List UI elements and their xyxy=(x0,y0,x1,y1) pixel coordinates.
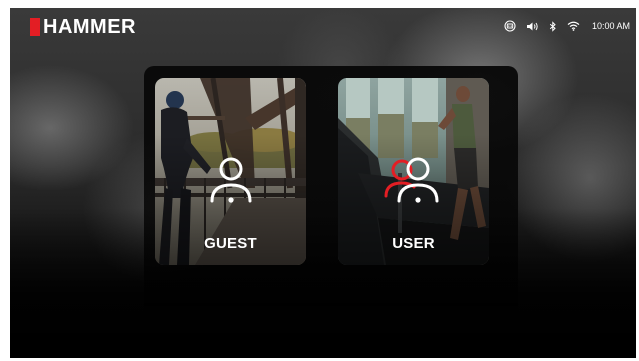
guest-person-icon xyxy=(208,156,254,211)
wifi-icon xyxy=(567,21,580,31)
tv-screen: HAMMER 10:00 AM xyxy=(10,8,636,358)
hdmi-icon xyxy=(504,20,516,32)
logo-text: HAMMER xyxy=(43,16,136,38)
clock: 10:00 AM xyxy=(591,21,630,31)
status-bar: 10:00 AM xyxy=(504,20,630,32)
guest-profile-card[interactable]: GUEST xyxy=(155,78,306,265)
bluetooth-icon xyxy=(549,20,557,32)
user-group-icon xyxy=(384,156,444,211)
volume-icon xyxy=(526,21,539,32)
guest-label: GUEST xyxy=(204,235,257,252)
logo-mark xyxy=(30,18,40,36)
top-bar: HAMMER 10:00 AM xyxy=(10,8,636,48)
user-label: USER xyxy=(392,235,435,252)
hammer-logo: HAMMER xyxy=(30,17,136,37)
user-profile-card[interactable]: USER xyxy=(338,78,489,265)
